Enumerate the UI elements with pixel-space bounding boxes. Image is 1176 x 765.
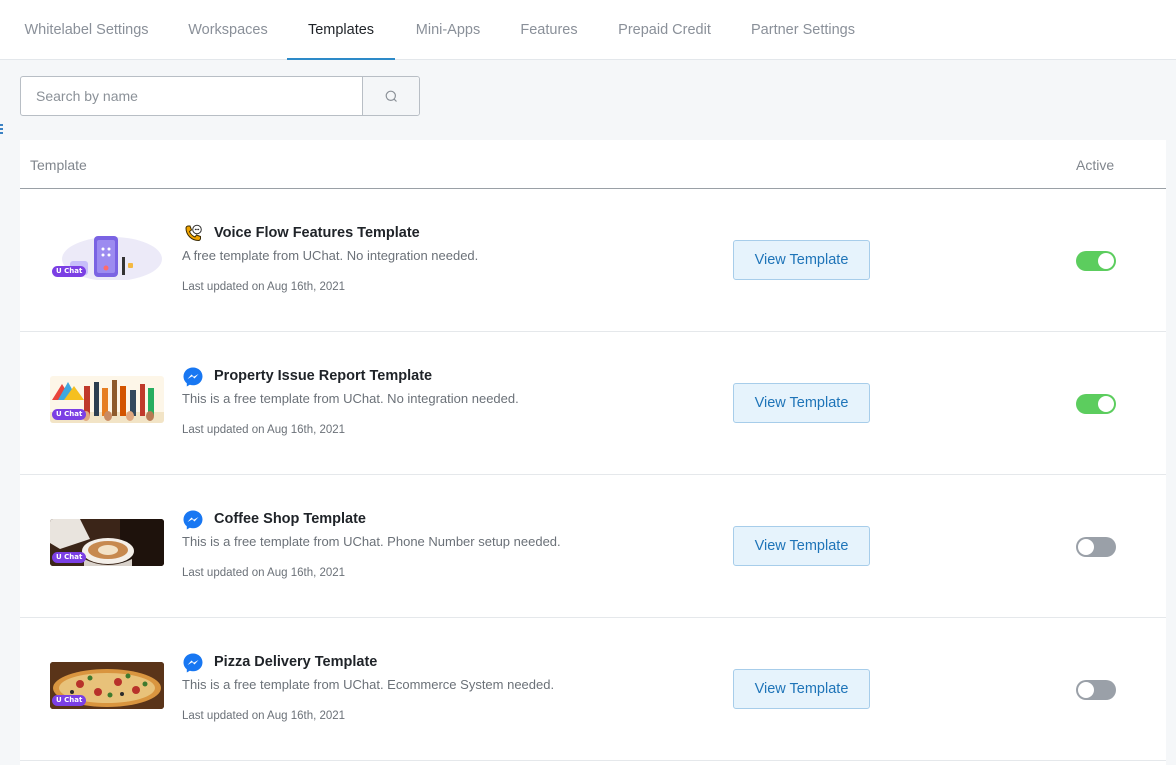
tab-workspaces[interactable]: Workspaces [188, 0, 268, 59]
uchat-badge: U Chat [52, 266, 87, 277]
column-header-active: Active [1076, 157, 1115, 173]
uchat-badge: U Chat [52, 695, 87, 706]
view-template-button[interactable]: View Template [733, 669, 870, 709]
property-tools-thumbnail: U Chat [50, 376, 164, 423]
messenger-icon [183, 367, 203, 387]
template-last-updated: Last updated on Aug 16th, 2021 [182, 424, 346, 436]
search-input[interactable] [21, 77, 363, 115]
active-toggle[interactable] [1076, 680, 1116, 700]
search-box [20, 76, 420, 116]
table-row: U Chat Pizza Delivery Template This is a… [20, 618, 1166, 761]
template-title[interactable]: Coffee Shop Template [214, 511, 366, 527]
toggle-knob [1078, 682, 1094, 698]
view-template-button[interactable]: View Template [733, 240, 870, 280]
active-toggle[interactable] [1076, 537, 1116, 557]
pizza-thumbnail: U Chat [50, 662, 164, 709]
search-button[interactable] [363, 77, 419, 115]
tab-prepaid-credit[interactable]: Prepaid Credit [617, 0, 712, 59]
template-last-updated: Last updated on Aug 16th, 2021 [182, 567, 346, 579]
tab-whitelabel-settings[interactable]: Whitelabel Settings [24, 0, 149, 59]
template-description: A free template from UChat. No integrati… [182, 248, 479, 263]
template-title[interactable]: Pizza Delivery Template [214, 654, 377, 670]
view-template-button[interactable]: View Template [733, 526, 870, 566]
tab-partner-settings[interactable]: Partner Settings [750, 0, 856, 59]
voice-flow-thumbnail: U Chat [50, 233, 164, 280]
phone-chat-icon [185, 224, 202, 242]
template-description: This is a free template from UChat. No i… [182, 391, 519, 406]
table-row: U Chat Voice Flow Features Template A fr… [20, 189, 1166, 332]
toggle-knob [1078, 539, 1094, 555]
uchat-badge: U Chat [52, 409, 87, 420]
uchat-badge: U Chat [52, 552, 87, 563]
active-toggle[interactable] [1076, 251, 1116, 271]
table-row: U Chat Coffee Shop Template This is a fr… [20, 475, 1166, 618]
table-row: U Chat Property Issue Report Template Th… [20, 332, 1166, 475]
search-icon [385, 90, 397, 102]
template-description: This is a free template from UChat. Ecom… [182, 677, 555, 692]
messenger-icon [183, 653, 203, 673]
sidebar-edge-handle[interactable] [0, 124, 3, 136]
templates-table: Template Active U Chat Voice Flow Featur [20, 140, 1166, 765]
active-toggle[interactable] [1076, 394, 1116, 414]
coffee-thumbnail: U Chat [50, 519, 164, 566]
template-description: This is a free template from UChat. Phon… [182, 534, 561, 549]
template-last-updated: Last updated on Aug 16th, 2021 [182, 281, 346, 293]
template-title[interactable]: Property Issue Report Template [214, 368, 432, 384]
tab-templates[interactable]: Templates [287, 0, 395, 60]
tab-bar: Whitelabel Settings Workspaces Templates… [0, 0, 1176, 60]
template-last-updated: Last updated on Aug 16th, 2021 [182, 710, 346, 722]
toggle-knob [1098, 253, 1114, 269]
messenger-icon [183, 510, 203, 530]
tab-features[interactable]: Features [520, 0, 578, 59]
view-template-button[interactable]: View Template [733, 383, 870, 423]
tab-mini-apps[interactable]: Mini-Apps [415, 0, 481, 59]
template-title[interactable]: Voice Flow Features Template [214, 225, 420, 241]
table-header: Template Active [20, 140, 1166, 189]
column-header-template: Template [30, 157, 87, 173]
toggle-knob [1098, 396, 1114, 412]
